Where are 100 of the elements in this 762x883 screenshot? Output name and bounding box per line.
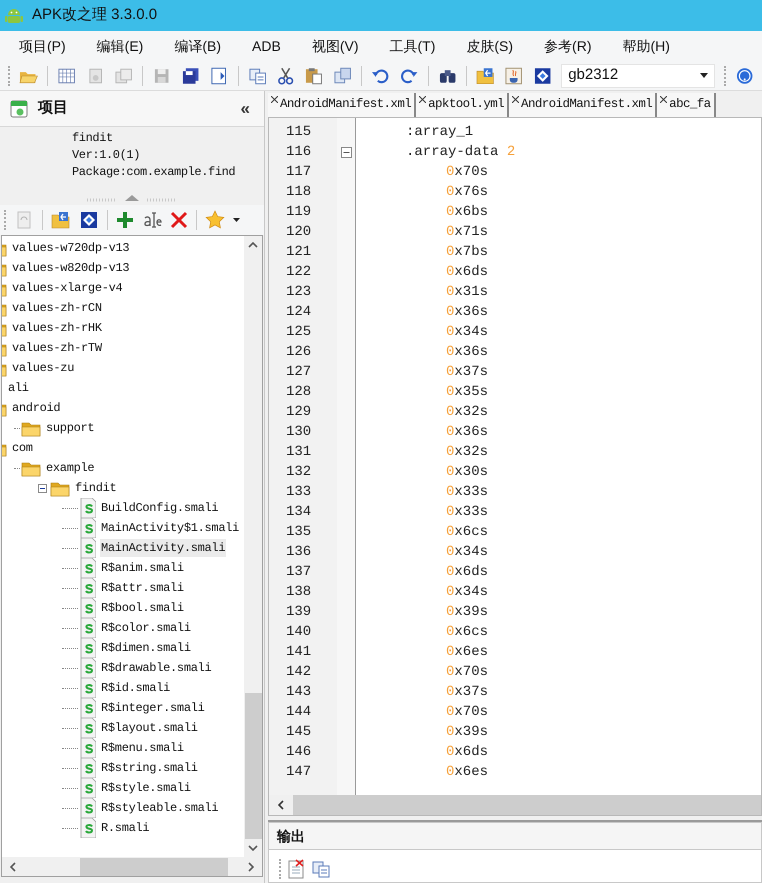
smali-file-icon <box>80 818 96 838</box>
scroll-left-icon[interactable] <box>278 800 284 810</box>
tree-item[interactable]: MainActivity.smali <box>100 539 226 557</box>
file-tab[interactable]: abc_fa <box>657 93 716 117</box>
menu-item[interactable]: 帮助(H) <box>613 35 679 57</box>
tree-item[interactable]: R$styleable.smali <box>100 799 220 817</box>
save-all-icon[interactable] <box>180 66 200 86</box>
tree-item[interactable]: values-w820dp-v13 <box>11 259 130 277</box>
rename-cursor-icon[interactable] <box>142 210 162 230</box>
help-icon[interactable] <box>734 66 754 86</box>
folder-arrow-icon[interactable] <box>51 210 71 230</box>
add-icon[interactable] <box>116 211 134 229</box>
tree-item[interactable]: R$anim.smali <box>100 559 185 577</box>
paste-icon[interactable] <box>304 66 324 86</box>
code-line: 0x6cs <box>446 623 488 642</box>
horizontal-scrollbar[interactable] <box>2 857 262 876</box>
tree-item[interactable]: values-zh-rTW <box>11 339 103 357</box>
line-number: 140 <box>286 623 312 642</box>
export-document-icon[interactable] <box>209 66 229 86</box>
tree-item[interactable]: example <box>45 459 96 477</box>
tree-item[interactable]: support <box>45 419 96 437</box>
line-number: 117 <box>286 163 312 182</box>
scrollbar-thumb[interactable] <box>244 693 262 839</box>
scroll-up-icon[interactable] <box>248 242 258 248</box>
file-tab[interactable]: apktool.yml <box>416 93 510 117</box>
menu-item[interactable]: 编辑(E) <box>88 35 152 57</box>
tree-item[interactable]: R$drawable.smali <box>100 659 212 677</box>
tree-item[interactable]: R.smali <box>100 819 150 837</box>
tree-item[interactable]: R$layout.smali <box>100 719 199 737</box>
tree-item[interactable]: findit <box>74 479 118 497</box>
line-number: 125 <box>286 323 312 342</box>
close-icon[interactable] <box>512 96 520 103</box>
line-number: 142 <box>286 663 312 682</box>
encoding-dropdown[interactable]: gb2312 <box>561 64 715 88</box>
line-number: 132 <box>286 463 312 482</box>
tree-item[interactable]: R$string.smali <box>100 759 199 777</box>
replace-icon[interactable] <box>332 66 352 86</box>
tree-item[interactable]: ali <box>7 379 30 397</box>
menu-item[interactable]: 项目(P) <box>10 35 75 57</box>
horizontal-scrollbar[interactable] <box>269 795 761 815</box>
tree-item[interactable]: R$menu.smali <box>100 739 185 757</box>
scroll-left-icon[interactable] <box>10 862 16 872</box>
tree-item[interactable]: values-zh-rCN <box>11 299 103 317</box>
menu-item[interactable]: 工具(T) <box>380 35 444 57</box>
code-line: 0x39s <box>446 723 488 742</box>
menu-item[interactable]: 参考(R) <box>535 35 600 57</box>
tree-item[interactable]: BuildConfig.smali <box>100 499 220 517</box>
code-line: 0x6ds <box>446 743 488 762</box>
delete-icon[interactable] <box>170 211 188 229</box>
line-number: 147 <box>286 763 312 782</box>
tree-item[interactable]: R$id.smali <box>100 679 172 697</box>
tree-item[interactable]: android <box>11 399 62 417</box>
tree-item[interactable]: R$style.smali <box>100 779 192 797</box>
file-tab[interactable]: AndroidManifest.xml <box>509 93 658 117</box>
menu-item[interactable]: 视图(V) <box>302 35 368 57</box>
scroll-right-icon[interactable] <box>248 862 254 872</box>
tree-item[interactable]: R$color.smali <box>100 619 192 637</box>
copy-icon[interactable] <box>248 66 267 86</box>
line-number: 122 <box>286 263 312 282</box>
grid-document-icon[interactable] <box>57 66 77 86</box>
code-line: 0x6ds <box>446 263 488 282</box>
menu-item[interactable]: 编译(B) <box>165 35 230 57</box>
clear-output-icon[interactable] <box>287 859 305 879</box>
tree-item[interactable]: values-w720dp-v13 <box>11 239 130 257</box>
star-icon[interactable] <box>205 210 225 230</box>
dropdown-caret-icon[interactable] <box>233 218 240 222</box>
smali-file-icon <box>80 498 96 518</box>
scrollbar-thumb[interactable] <box>80 858 228 876</box>
vertical-scrollbar[interactable] <box>244 236 262 857</box>
tree-item[interactable]: values-zu <box>11 359 76 377</box>
splitter-grip-icon[interactable] <box>87 194 177 202</box>
fold-toggle-icon[interactable] <box>340 146 352 158</box>
smali-file-icon <box>80 738 96 758</box>
tree-item[interactable]: R$attr.smali <box>100 579 185 597</box>
cut-icon[interactable] <box>276 66 296 86</box>
code-line: 0x30s <box>446 463 488 482</box>
collapse-toggle-icon[interactable] <box>38 484 47 492</box>
code-line: 0x33s <box>446 483 488 502</box>
tree-item[interactable]: com <box>11 439 34 457</box>
code-line: :array_1 <box>406 123 474 142</box>
line-number: 118 <box>286 183 312 202</box>
code-line: 0x32s <box>446 443 488 462</box>
close-icon[interactable] <box>271 96 278 103</box>
close-icon[interactable] <box>419 96 426 103</box>
tree-item[interactable]: values-xlarge-v4 <box>11 279 124 297</box>
tree-item[interactable]: R$bool.smali <box>100 599 185 617</box>
close-icon[interactable] <box>660 96 668 103</box>
tree-item[interactable]: R$dimen.smali <box>100 639 192 657</box>
folder-arrow-icon[interactable] <box>476 66 496 86</box>
java-cup-icon[interactable] <box>504 66 524 86</box>
menu-item[interactable]: ADB <box>243 35 290 57</box>
tree-item[interactable]: MainActivity$1.smali <box>100 519 240 537</box>
tree-item[interactable]: values-zh-rHK <box>11 319 103 337</box>
line-number: 131 <box>286 443 312 462</box>
menu-item[interactable]: 皮肤(S) <box>457 35 522 57</box>
collapse-button[interactable]: « <box>240 96 250 122</box>
scroll-down-icon[interactable] <box>248 845 258 851</box>
file-tab[interactable]: AndroidManifest.xml <box>268 93 416 117</box>
copy-icon[interactable] <box>311 859 331 879</box>
tree-item[interactable]: R$integer.smali <box>100 699 206 717</box>
